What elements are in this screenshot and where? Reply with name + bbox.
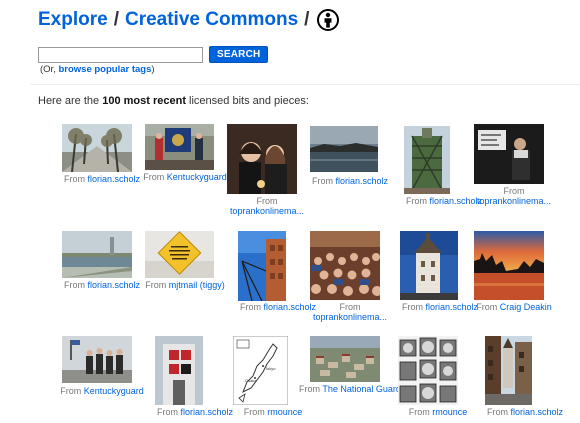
photo-caption: From toprankonlinema... [202,196,332,216]
map-label: Osaka [245,378,257,383]
search-input[interactable] [38,46,203,63]
photo-author-link[interactable]: mjtmail (tiggy) [169,280,225,290]
photo-thumbnail[interactable] [62,231,132,278]
caption-from-label: From [299,384,321,394]
photo-author-link[interactable]: florian.scholz [510,407,563,417]
photo-author-link[interactable]: Kentuckyguard [84,386,144,396]
photo-caption: From florian.scholz [285,176,415,186]
intro-text: Here are the 100 most recent licensed bi… [38,95,309,107]
photo-thumbnail[interactable] [62,124,132,172]
caption-from-label: From [145,280,167,290]
search-form: SEARCH [38,46,269,63]
photo-thumbnail[interactable] [398,336,458,405]
photo-thumbnail[interactable] [474,124,544,184]
breadcrumb-separator: / [304,9,310,30]
explore-link[interactable]: Explore [38,9,108,31]
browse-popular-tags-link[interactable]: browse popular tags [58,64,151,75]
photo-thumbnail[interactable] [238,231,286,301]
page-title: Explore / Creative Commons / [38,7,340,33]
search-hint: (Or, browse popular tags) [40,64,155,75]
photo-thumbnail[interactable] [62,336,132,383]
caption-from-label: From [503,186,525,196]
photo-thumbnail[interactable] [485,336,532,405]
photo-caption: From The National Guard [285,384,415,394]
photo-author-link[interactable]: Kentuckyguard [167,172,227,182]
photo-author-link[interactable]: toprankonlinema... [313,312,387,322]
photo-thumbnail[interactable] [310,126,378,172]
photo-thumbnail[interactable] [310,231,380,300]
photo-thumbnail[interactable]: Tokyo Osaka [233,336,288,405]
caption-from-label: From [476,302,498,312]
photo-caption: From rmounce [208,407,338,417]
breadcrumb-separator: / [113,9,119,30]
photo-thumbnail[interactable] [474,231,544,300]
caption-from-label: From [60,386,82,396]
creative-commons-link[interactable]: Creative Commons [125,9,298,31]
divider [30,84,580,85]
photo-caption: From Craig Deakin [449,302,579,312]
photo-author-link[interactable]: toprankonlinema... [230,206,304,216]
caption-from-label: From [311,176,333,186]
caption-from-label: From [256,196,278,206]
photo-caption: From Kentuckyguard [37,386,167,396]
photo-thumbnail[interactable] [404,126,450,194]
caption-from-label: From [243,407,265,417]
photo-thumbnail[interactable] [145,231,214,278]
photo-thumbnail[interactable] [400,231,458,300]
caption-from-label: From [63,280,85,290]
photo-author-link[interactable]: florian.scholz [335,176,388,186]
caption-from-label: From [63,174,85,184]
caption-from-label: From [405,196,427,206]
photo-caption: From toprankonlinema... [449,186,579,206]
photo-thumbnail[interactable] [310,336,380,382]
caption-from-label: From [408,407,430,417]
photo-caption: From mjtmail (tiggy) [120,280,250,290]
attribution-icon[interactable] [317,9,340,31]
search-button[interactable]: SEARCH [209,46,269,63]
caption-from-label: From [486,407,508,417]
caption-from-label: From [239,302,261,312]
caption-from-label: From [401,302,423,312]
photo-author-link[interactable]: Craig Deakin [500,302,552,312]
photo-caption: From florian.scholz [460,407,580,417]
caption-from-label: From [339,302,361,312]
photo-author-link[interactable]: The National Guard [322,384,401,394]
caption-from-label: From [143,172,165,182]
map-label: Tokyo [265,366,276,371]
photo-thumbnail[interactable] [145,124,214,170]
photo-thumbnail[interactable] [155,336,203,405]
photo-author-link[interactable]: toprankonlinema... [477,196,551,206]
photo-author-link[interactable]: rmounce [267,407,302,417]
caption-from-label: From [156,407,178,417]
